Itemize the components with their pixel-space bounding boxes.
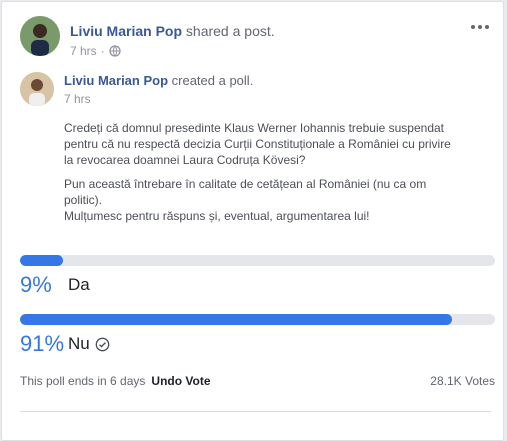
poll-option-label: Da bbox=[68, 275, 90, 294]
poll-option-nu[interactable]: 91% Nu bbox=[20, 314, 495, 357]
divider bbox=[20, 411, 491, 412]
post-meta: Liviu Marian Pop shared a post. 7 hrs · bbox=[70, 23, 275, 58]
author-name[interactable]: Liviu Marian Pop bbox=[70, 23, 182, 39]
poll-option-da[interactable]: 9% Da bbox=[20, 255, 495, 298]
shared-meta: Liviu Marian Pop created a poll. 7 hrs bbox=[64, 72, 253, 106]
globe-icon[interactable] bbox=[109, 45, 121, 57]
person-icon bbox=[20, 16, 60, 56]
person-icon bbox=[20, 72, 54, 106]
vote-count[interactable]: 28.1K Votes bbox=[430, 374, 495, 388]
poll-percent: 9% bbox=[20, 272, 52, 297]
poll-bar-fill bbox=[20, 255, 63, 266]
poll-end-text: This poll ends in 6 days bbox=[20, 374, 146, 388]
avatar[interactable] bbox=[20, 16, 60, 56]
action-text: shared a post. bbox=[185, 23, 275, 39]
poll-option-label: Nu bbox=[68, 334, 90, 353]
avatar[interactable] bbox=[20, 72, 54, 106]
poll-bar-track bbox=[20, 255, 495, 266]
poll-percent: 91% bbox=[20, 331, 65, 356]
ellipsis-icon[interactable] bbox=[469, 20, 491, 34]
timestamp[interactable]: 7 hrs bbox=[70, 44, 97, 58]
poll-question: Credeți că domnul presedinte Klaus Werne… bbox=[64, 121, 451, 167]
author-name[interactable]: Liviu Marian Pop bbox=[64, 73, 168, 88]
poll-description: Credeți că domnul presedinte Klaus Werne… bbox=[64, 120, 484, 232]
timestamp[interactable]: 7 hrs bbox=[64, 92, 91, 106]
post-header: Liviu Marian Pop shared a post. 7 hrs · bbox=[20, 16, 491, 62]
post-card: Liviu Marian Pop shared a post. 7 hrs · bbox=[1, 1, 504, 441]
poll-bar-fill bbox=[20, 314, 453, 325]
poll-bar-track bbox=[20, 314, 495, 325]
poll-footer: This poll ends in 6 days Undo Vote 28.1K… bbox=[20, 374, 495, 388]
action-text: created a poll. bbox=[171, 73, 254, 88]
check-circle-icon bbox=[95, 337, 110, 352]
undo-vote-button[interactable]: Undo Vote bbox=[151, 374, 210, 388]
poll-note: Pun această întrebare în calitate de cet… bbox=[64, 177, 427, 223]
